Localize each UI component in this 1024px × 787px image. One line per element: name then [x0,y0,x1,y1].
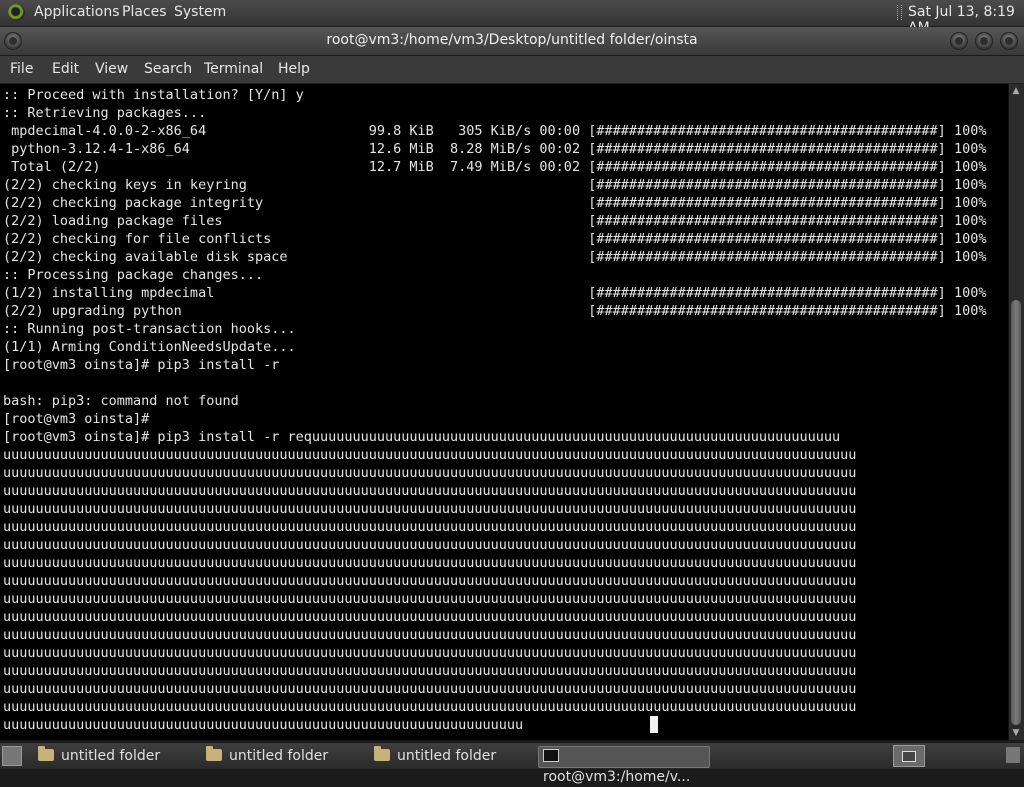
taskbar-item-label: untitled folder [61,748,161,764]
taskbar-item-label: untitled folder [397,748,497,764]
terminal-line: (1/2) installing mpdecimal [############… [3,285,987,301]
folder-icon [206,746,222,761]
terminal-line: Total (2/2) 12.7 MiB 7.49 MiB/s 00:02 [#… [3,159,987,175]
terminal-line: :: Retrieving packages... [3,105,207,121]
terminal-line: uuuuuuuuuuuuuuuuuuuuuuuuuuuuuuuuuuuuuuuu… [3,717,524,733]
maximize-icon[interactable] [975,32,993,50]
terminal-line: uuuuuuuuuuuuuuuuuuuuuuuuuuuuuuuuuuuuuuuu… [3,555,857,571]
terminal-line: uuuuuuuuuuuuuuuuuuuuuuuuuuuuuuuuuuuuuuuu… [3,465,857,481]
terminal-line: uuuuuuuuuuuuuuuuuuuuuuuuuuuuuuuuuuuuuuuu… [3,573,857,589]
terminal-line: [root@vm3 oinsta]# pip3 install -r requu… [3,429,841,445]
panel-handle-icon [897,5,902,20]
bottom-panel: untitled folder untitled folder untitled… [0,742,1024,785]
terminal-line: :: Processing package changes... [3,267,264,283]
terminal-icon [543,749,559,762]
terminal-line: bash: pip3: command not found [3,393,239,409]
terminal-line: python-3.12.4-1-x86_64 12.6 MiB 8.28 MiB… [3,141,987,157]
terminal-line: (2/2) checking keys in keyring [########… [3,177,987,193]
menu-terminal[interactable]: Terminal [204,61,263,77]
terminal-line: uuuuuuuuuuuuuuuuuuuuuuuuuuuuuuuuuuuuuuuu… [3,663,857,679]
terminal-line: uuuuuuuuuuuuuuuuuuuuuuuuuuuuuuuuuuuuuuuu… [3,519,857,535]
terminal-line: (2/2) checking available disk space [###… [3,249,987,265]
folder-icon [374,746,390,761]
terminal-text: :: Proceed with installation? [Y/n] y:: … [3,86,986,734]
scroll-down-arrow-icon[interactable]: ▼ [1009,728,1023,740]
taskbar-item-label: untitled folder [229,748,329,764]
terminal-line: uuuuuuuuuuuuuuuuuuuuuuuuuuuuuuuuuuuuuuuu… [3,537,857,553]
menubar: File Edit View Search Terminal Help [0,56,1024,84]
terminal-line: (2/2) upgrading python [################… [3,303,987,319]
terminal-line: (2/2) checking package integrity [######… [3,195,987,211]
close-icon[interactable] [1000,32,1018,50]
terminal-line: (2/2) checking for file conflicts [#####… [3,231,987,247]
menu-view[interactable]: View [95,61,128,77]
window-title-bar[interactable]: root@vm3:/home/vm3/Desktop/untitled fold… [0,27,1024,55]
terminal-line: uuuuuuuuuuuuuuuuuuuuuuuuuuuuuuuuuuuuuuuu… [3,591,857,607]
terminal-line: uuuuuuuuuuuuuuuuuuuuuuuuuuuuuuuuuuuuuuuu… [3,501,857,517]
terminal-line: mpdecimal-4.0.0-2-x86_64 99.8 KiB 305 Ki… [3,123,987,139]
terminal-line: uuuuuuuuuuuuuuuuuuuuuuuuuuuuuuuuuuuuuuuu… [3,483,857,499]
terminal-output[interactable]: :: Proceed with installation? [Y/n] y:: … [0,84,1008,740]
workspace-switcher-icon[interactable] [893,745,925,767]
terminal-line: [root@vm3 oinsta]# [3,411,150,427]
menu-search[interactable]: Search [144,61,192,77]
terminal-line: uuuuuuuuuuuuuuuuuuuuuuuuuuuuuuuuuuuuuuuu… [3,609,857,625]
applications-menu[interactable]: Applications [34,4,120,20]
terminal-line: uuuuuuuuuuuuuuuuuuuuuuuuuuuuuuuuuuuuuuuu… [3,699,857,715]
menu-help[interactable]: Help [278,61,310,77]
show-desktop-icon[interactable] [2,746,22,766]
taskbar-item-folder-1[interactable]: untitled folder [38,746,198,766]
system-menu[interactable]: System [174,4,226,20]
terminal-cursor [650,716,658,733]
distro-logo-icon[interactable] [8,4,25,21]
terminal-line: (1/1) Arming ConditionNeedsUpdate... [3,339,296,355]
folder-icon [38,746,54,761]
terminal-line: :: Proceed with installation? [Y/n] y [3,87,304,103]
window-menu-icon[interactable] [4,32,22,50]
scroll-up-arrow-icon[interactable]: ▲ [1009,86,1023,98]
taskbar-item-folder-3[interactable]: untitled folder [374,746,534,766]
trash-icon[interactable] [1006,747,1020,763]
places-menu[interactable]: Places [122,4,167,20]
terminal-line: (2/2) loading package files [###########… [3,213,987,229]
menu-file[interactable]: File [10,61,33,77]
taskbar-item-folder-2[interactable]: untitled folder [206,746,366,766]
terminal-line: uuuuuuuuuuuuuuuuuuuuuuuuuuuuuuuuuuuuuuuu… [3,645,857,661]
terminal-line: uuuuuuuuuuuuuuuuuuuuuuuuuuuuuuuuuuuuuuuu… [3,681,857,697]
terminal-line: :: Running post-transaction hooks... [3,321,296,337]
terminal-line: uuuuuuuuuuuuuuuuuuuuuuuuuuuuuuuuuuuuuuuu… [3,627,857,643]
window-title: root@vm3:/home/vm3/Desktop/untitled fold… [326,32,698,48]
taskbar-item-terminal[interactable]: root@vm3:/home/v... [538,746,710,785]
scrollbar-thumb[interactable] [1011,300,1021,725]
terminal-line: uuuuuuuuuuuuuuuuuuuuuuuuuuuuuuuuuuuuuuuu… [3,447,857,463]
top-panel: Applications Places System Sat Jul 13, 8… [0,0,1024,36]
taskbar-item-label: root@vm3:/home/v... [543,769,691,785]
minimize-icon[interactable] [950,32,968,50]
terminal-line: [root@vm3 oinsta]# pip3 install -r [3,357,280,373]
menu-edit[interactable]: Edit [52,61,79,77]
